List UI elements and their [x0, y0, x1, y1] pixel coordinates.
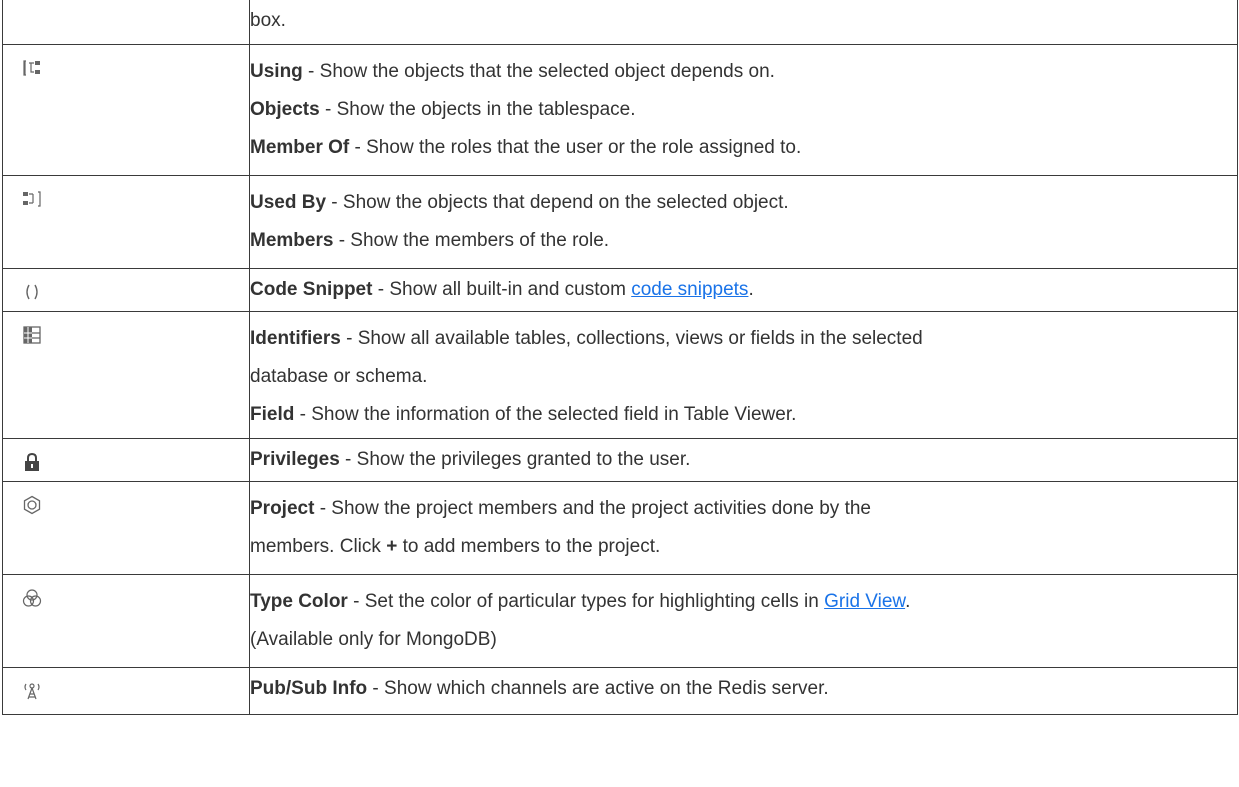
table-row: Identifiers - Show all available tables,…: [2, 311, 1238, 439]
table-grid-icon: [22, 325, 42, 345]
icon-cell: [2, 667, 250, 715]
term-label: Pub/Sub Info: [250, 678, 368, 699]
description-text-end: .: [905, 591, 911, 612]
description-line: Used By - Show the objects that depend o…: [250, 184, 1237, 222]
description-text: - Show the objects in the tablespace.: [319, 99, 636, 120]
term-label: Project: [250, 498, 315, 519]
description-line: Using - Show the objects that the select…: [250, 53, 1237, 91]
description-line: Objects - Show the objects in the tables…: [250, 91, 1237, 129]
icon-cell: [2, 44, 250, 176]
hexagon-project-icon: [22, 495, 42, 515]
description-line: members. Click + to add members to the p…: [250, 528, 1237, 566]
description-line: database or schema.: [250, 358, 1237, 396]
feature-icon-table: box. Using - Show the objects that the s…: [2, 0, 1238, 715]
description-line: (Available only for MongoDB): [250, 621, 1237, 659]
code-snippets-link[interactable]: code snippets: [631, 279, 748, 300]
description-text: (Available only for MongoDB): [250, 629, 497, 650]
icon-cell: [2, 268, 250, 312]
description-cell: Privileges - Show the privileges granted…: [249, 438, 1238, 482]
description-text-end: .: [748, 279, 754, 300]
term-label: Identifiers: [250, 328, 341, 349]
description-line: Identifiers - Show all available tables,…: [250, 320, 1237, 358]
description-text: - Show the project members and the proje…: [314, 498, 871, 519]
grid-view-link[interactable]: Grid View: [824, 591, 905, 612]
antenna-icon: [22, 681, 42, 701]
description-text: - Show all built-in and custom: [372, 279, 632, 300]
description-line: Type Color - Set the color of particular…: [250, 583, 1237, 621]
description-line: Member Of - Show the roles that the user…: [250, 129, 1237, 167]
table-row: Used By - Show the objects that depend o…: [2, 175, 1238, 269]
description-line: Members - Show the members of the role.: [250, 222, 1237, 260]
description-line: box.: [250, 2, 1237, 40]
description-cell: Code Snippet - Show all built-in and cus…: [249, 268, 1238, 312]
description-cell: Used By - Show the objects that depend o…: [249, 175, 1238, 269]
description-text: - Show which channels are active on the …: [367, 678, 829, 699]
description-text: - Show all available tables, collections…: [340, 328, 923, 349]
term-label: Code Snippet: [250, 279, 373, 300]
description-cell: Using - Show the objects that the select…: [249, 44, 1238, 176]
plus-icon: +: [386, 536, 398, 557]
description-text: box.: [250, 10, 286, 31]
icon-cell: [2, 311, 250, 439]
description-cell: Identifiers - Show all available tables,…: [249, 311, 1238, 439]
using-dependency-icon: [22, 58, 42, 78]
description-line: Pub/Sub Info - Show which channels are a…: [250, 670, 1237, 708]
table-row: Pub/Sub Info - Show which channels are a…: [2, 667, 1238, 715]
table-row: Using - Show the objects that the select…: [2, 44, 1238, 176]
description-line: Code Snippet - Show all built-in and cus…: [250, 271, 1237, 309]
lock-icon: [22, 452, 42, 472]
description-text: - Set the color of particular types for …: [347, 591, 825, 612]
term-label: Field: [250, 404, 295, 425]
term-label: Using: [250, 61, 303, 82]
used-by-dependency-icon: [22, 189, 42, 209]
parentheses-icon: [22, 282, 42, 302]
description-text: - Show the objects that depend on the se…: [326, 192, 789, 213]
description-text-end: to add members to the project.: [397, 536, 661, 557]
table-row: Project - Show the project members and t…: [2, 481, 1238, 575]
term-label: Privileges: [250, 449, 340, 470]
term-label: Type Color: [250, 591, 348, 612]
table-row: Type Color - Set the color of particular…: [2, 574, 1238, 668]
table-row: box.: [2, 0, 1238, 45]
color-circles-icon: [22, 588, 42, 608]
description-text: database or schema.: [250, 366, 428, 387]
description-line: Project - Show the project members and t…: [250, 490, 1237, 528]
icon-cell: [2, 438, 250, 482]
description-cell: box.: [249, 0, 1238, 45]
term-label: Used By: [250, 192, 327, 213]
description-line: Field - Show the information of the sele…: [250, 396, 1237, 434]
description-text: - Show the roles that the user or the ro…: [349, 137, 802, 158]
icon-cell: [2, 175, 250, 269]
description-line: Privileges - Show the privileges granted…: [250, 441, 1237, 479]
table-row: Code Snippet - Show all built-in and cus…: [2, 268, 1238, 312]
term-label: Members: [250, 230, 334, 251]
description-text: - Show the objects that the selected obj…: [302, 61, 775, 82]
table-row: Privileges - Show the privileges granted…: [2, 438, 1238, 482]
description-cell: Type Color - Set the color of particular…: [249, 574, 1238, 668]
description-text: - Show the members of the role.: [333, 230, 610, 251]
description-text: members. Click: [250, 536, 387, 557]
description-text: - Show the privileges granted to the use…: [339, 449, 691, 470]
term-label: Objects: [250, 99, 320, 120]
icon-cell: [2, 0, 250, 45]
description-cell: Pub/Sub Info - Show which channels are a…: [249, 667, 1238, 715]
description-text: - Show the information of the selected f…: [294, 404, 797, 425]
description-cell: Project - Show the project members and t…: [249, 481, 1238, 575]
icon-cell: [2, 574, 250, 668]
icon-cell: [2, 481, 250, 575]
term-label: Member Of: [250, 137, 350, 158]
